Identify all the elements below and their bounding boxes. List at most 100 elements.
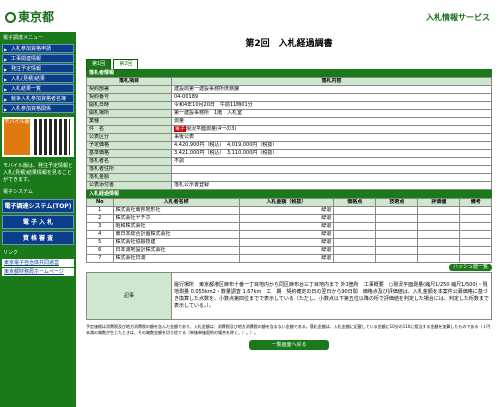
column-header: 評価値 xyxy=(417,198,461,207)
empty-cell xyxy=(417,222,461,231)
row-label: 公表添付書 xyxy=(86,181,172,190)
row-label: 落札者住所 xyxy=(86,165,172,174)
table-row: 1 株式会社東邦地形社 辞退 xyxy=(86,206,492,215)
column-header: 技術点 xyxy=(375,198,419,207)
row-value: 事後公表 xyxy=(171,133,492,142)
empty-cell xyxy=(459,254,492,263)
sidebar-item[interactable]: 入札結果一覧 xyxy=(2,84,74,93)
footer-note: 予定価格は消費税及び地方消費税の額を含んだ金額であり、入札金額は、消費税及び地方… xyxy=(86,324,491,335)
empty-cell xyxy=(333,206,377,215)
bid-no: 1 xyxy=(86,206,114,215)
mobile-description: モバイル版は、発注予定情報と入札(見積)結果情報を見ることができます。 xyxy=(3,163,74,183)
tab-round-2[interactable]: 第2回 xyxy=(113,59,139,70)
bid-status: 辞退 xyxy=(238,238,335,247)
bid-status: 辞退 xyxy=(238,230,335,239)
row-label: 落札金額 xyxy=(86,173,172,182)
empty-cell xyxy=(417,206,461,215)
table-row: 2 株式会社ヤチホ 辞退 xyxy=(86,214,492,223)
table-row: 5 株式会社協振技建 辞退 xyxy=(86,238,492,247)
row-value: 不調 xyxy=(171,157,492,166)
empty-cell xyxy=(375,206,419,215)
link-heading: リンク xyxy=(3,250,19,256)
remarks-text: 履行場所 東京都港区麻布十番一丁目地内から同区麻布台三丁目地内まで 外3箇所 工… xyxy=(171,272,492,320)
sidebar-item[interactable]: 入札参加資格申請 xyxy=(2,44,74,53)
bid-status: 辞退 xyxy=(238,214,335,223)
empty-cell xyxy=(333,214,377,223)
qualification-button[interactable]: 資 格 審 査 xyxy=(2,231,74,245)
section-heading: 落札者情報 xyxy=(86,69,492,77)
row-value: 建設局第一建設事務所庶務課 xyxy=(171,85,492,94)
sidebar: 電子調達メニュー 入札参加資格申請 工事関連情報 発注予定情報 入札(見積)結果… xyxy=(0,32,76,407)
bid-no: 3 xyxy=(86,222,114,231)
e-bid-button[interactable]: 電 子 入 札 xyxy=(2,215,74,229)
column-header: 備考 xyxy=(459,198,492,207)
empty-cell xyxy=(375,246,419,255)
empty-cell xyxy=(333,254,377,263)
sidebar-item[interactable]: 発注予定情報 xyxy=(2,64,74,73)
column-header: 落札項目 xyxy=(86,77,172,86)
row-value: 3,421,000円（税込） 3,110,000円（税抜） xyxy=(171,149,492,158)
page-header: 東京都 入札情報サービス xyxy=(0,0,500,30)
row-label: 基準価格 xyxy=(86,149,172,158)
table-row: 件 名電子現況平面測量(4一の3) xyxy=(86,125,492,134)
row-label: 業種 xyxy=(86,117,172,126)
empty-cell xyxy=(459,214,492,223)
row-value[interactable]: 落札公示書登録 xyxy=(171,181,492,190)
table-row: 公表添付書 落札公示書登録 xyxy=(86,181,492,190)
row-value: 4,420,900円（税込） 4,019,000円（税抜） xyxy=(171,141,492,150)
back-to-list-button[interactable]: 一覧画面へ戻る xyxy=(249,340,329,350)
row-value xyxy=(171,165,492,174)
row-value: 第一建設事務所 1階 入札室 xyxy=(171,109,492,118)
table-row: 開札場所 第一建設事務所 1階 入札室 xyxy=(86,109,492,118)
mobile-box[interactable]: モバイル版 xyxy=(2,117,74,157)
row-label: 契約番号 xyxy=(86,93,172,102)
table-row: 業種 測量 xyxy=(86,117,492,126)
hash-list-button[interactable]: ハッシュ値一覧 xyxy=(448,264,492,271)
link-item[interactable]: 東京電子自治体共同運営 xyxy=(2,259,74,267)
row-label: 開札日時 xyxy=(86,101,172,110)
bid-no: 2 xyxy=(86,214,114,223)
empty-cell xyxy=(375,214,419,223)
sidebar-item[interactable]: 競争入札参加資格者名簿 xyxy=(2,94,74,103)
table-row: 3 昭和株式会社 辞退 xyxy=(86,222,492,231)
bid-table: No 入札者名称 入札金額（税抜） 価格点 技術点 評価値 備考 1 株式会社東邦地形社 辞退 2… xyxy=(86,198,492,263)
empty-cell xyxy=(459,206,492,215)
tokyo-logo[interactable]: 東京都 xyxy=(5,8,54,25)
system-heading: 電子システム xyxy=(3,189,33,195)
sidebar-item[interactable]: 工事関連情報 xyxy=(2,54,74,63)
remarks-label: 記事 xyxy=(86,272,172,320)
bid-no: 7 xyxy=(86,254,114,263)
round-tabs: 第1回 第2回 xyxy=(86,59,492,70)
tokyo-emblem-icon xyxy=(5,12,16,23)
main-content: 第2回 入札経過調書 第1回 第2回 落札者情報 落札項目 落札内容 契約部署 建設… xyxy=(86,32,492,354)
column-header: 入札者名称 xyxy=(112,198,240,207)
row-value: 測量 xyxy=(171,117,492,126)
row-label: 件 名 xyxy=(86,125,172,134)
mobile-badge[interactable]: モバイル版 xyxy=(4,119,30,155)
empty-cell xyxy=(375,230,419,239)
table-row: 契約部署 建設局第一建設事務所庶務課 xyxy=(86,85,492,94)
table-row: 開札日時 令和4年10月20日 午前11時01分 xyxy=(86,101,492,110)
table-row: 7 株式会社日測 辞退 xyxy=(86,254,492,263)
row-label: 開札場所 xyxy=(86,109,172,118)
table-row: 落札者住所 xyxy=(86,165,492,174)
row-value: 04-00189 xyxy=(171,93,492,102)
table-row: 契約番号 04-00189 xyxy=(86,93,492,102)
column-header: 落札内容 xyxy=(171,77,492,86)
link-item[interactable]: 東京都財務局ホームページ xyxy=(2,268,74,276)
e-procurement-button[interactable]: 電子調達システム(TOP) xyxy=(2,199,74,213)
sidebar-item[interactable]: 入札参加資格関係 xyxy=(2,104,74,113)
bidder-name: 株式会社東邦地形社 xyxy=(112,206,240,215)
column-header: 価格点 xyxy=(333,198,377,207)
empty-cell xyxy=(333,222,377,231)
empty-cell xyxy=(333,246,377,255)
row-value xyxy=(171,173,492,182)
empty-cell xyxy=(459,238,492,247)
bidder-name: 日本測地設計株式会社 xyxy=(112,246,240,255)
award-table: 落札項目 落札内容 契約部署 建設局第一建設事務所庶務課 契約番号 04-00189 開… xyxy=(86,77,492,190)
table-row: 4 東日本総合計画株式会社 辞退 xyxy=(86,230,492,239)
empty-cell xyxy=(417,214,461,223)
table-row: 基準価格 3,421,000円（税込） 3,110,000円（税抜） xyxy=(86,149,492,158)
bid-status: 辞退 xyxy=(238,206,335,215)
sidebar-item[interactable]: 入札(見積)結果 xyxy=(2,74,74,83)
